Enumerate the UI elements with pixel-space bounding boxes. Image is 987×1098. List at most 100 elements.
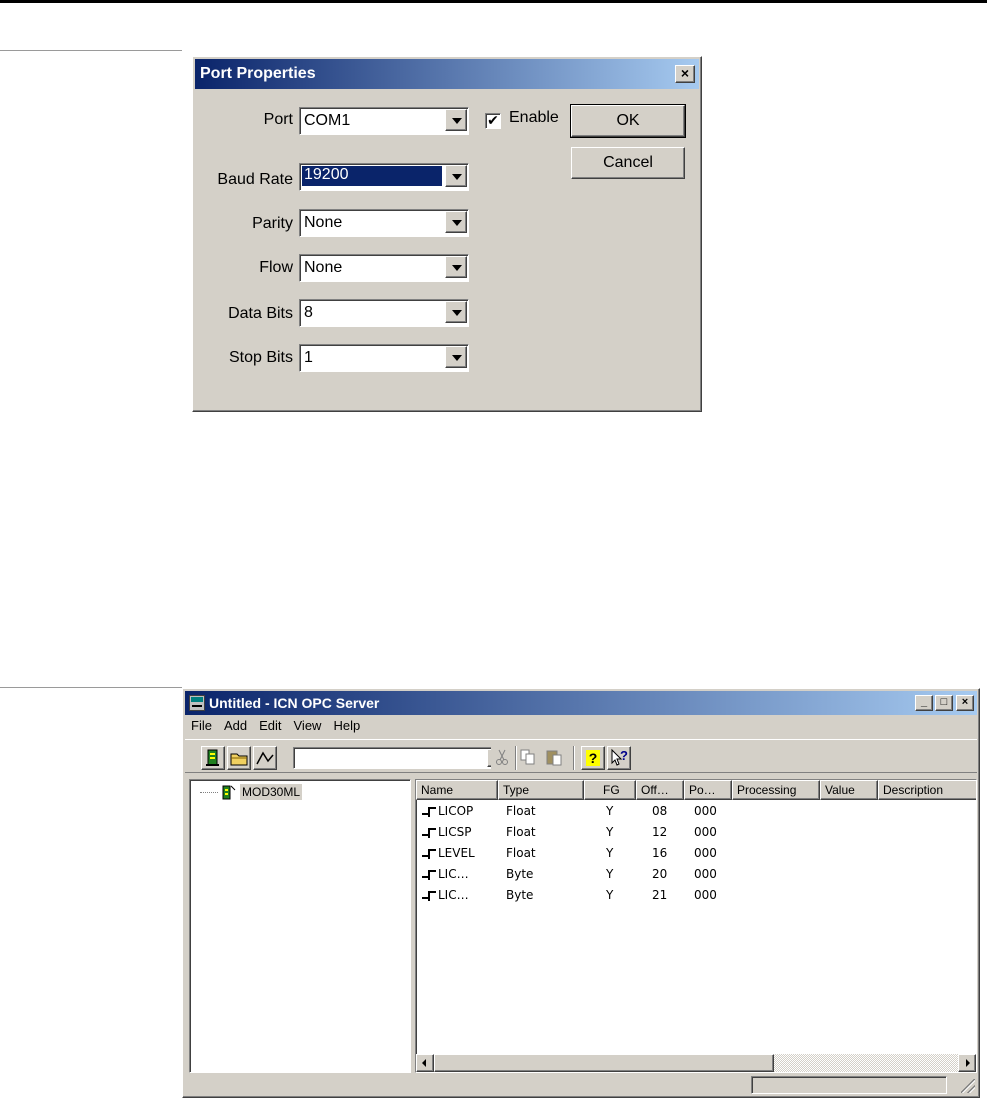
tag-port: 000 — [694, 846, 717, 860]
paste-icon[interactable] — [543, 746, 567, 770]
margin-rule-bottom — [0, 687, 182, 688]
page-top-rule — [0, 0, 987, 3]
app-icon — [189, 695, 205, 711]
checkmark-icon: ✔ — [487, 112, 499, 128]
scroll-left-icon[interactable] — [416, 1054, 434, 1072]
data-bits-value: 8 — [304, 304, 313, 321]
tree-pane: MOD30ML — [189, 779, 411, 1073]
tree-node-label: MOD30ML — [240, 784, 303, 800]
chevron-down-icon[interactable] — [445, 301, 467, 323]
maximize-icon[interactable]: □ — [935, 695, 953, 711]
help-glyph: ? — [585, 750, 601, 766]
column-header-value[interactable]: Value — [820, 780, 878, 800]
flow-value: None — [304, 259, 343, 276]
ok-button[interactable]: OK — [570, 104, 686, 138]
tag-fg: Y — [606, 888, 614, 902]
resize-grip-icon[interactable] — [961, 1079, 975, 1093]
data-bits-combo[interactable]: 8 — [299, 299, 469, 327]
tag-type: Byte — [506, 867, 534, 881]
close-icon[interactable]: × — [956, 695, 974, 711]
close-icon[interactable]: × — [675, 65, 695, 83]
tag-offset: 12 — [652, 825, 668, 839]
menu-help[interactable]: Help — [327, 717, 366, 734]
scroll-thumb[interactable] — [434, 1054, 774, 1072]
copy-icon[interactable] — [517, 746, 541, 770]
tag-name: LIC… — [438, 888, 469, 902]
opc-server-window: Untitled - ICN OPC Server _ □ × File Add E… — [182, 688, 980, 1098]
flow-combo[interactable]: None — [299, 254, 469, 282]
enable-checkbox[interactable]: ✔ — [485, 113, 501, 129]
column-header-description[interactable]: Description — [878, 780, 976, 800]
port-label: Port — [263, 111, 293, 128]
cut-icon[interactable] — [491, 746, 515, 770]
chevron-down-icon[interactable] — [445, 346, 467, 368]
device-icon — [222, 785, 236, 800]
port-value: COM1 — [304, 112, 351, 129]
tag-port: 000 — [694, 804, 717, 818]
flow-label: Flow — [259, 259, 293, 276]
stop-bits-value: 1 — [304, 349, 313, 366]
tag-port: 000 — [694, 825, 717, 839]
parity-value: None — [304, 214, 343, 231]
port-properties-dialog: Port Properties × Port COM1 ✔ Enable OK … — [192, 56, 702, 412]
cancel-button[interactable]: Cancel — [571, 147, 685, 179]
minimize-icon[interactable]: _ — [915, 695, 933, 711]
tag-type: Float — [506, 825, 536, 839]
margin-rule-top — [0, 50, 182, 51]
column-header-name[interactable]: Name — [416, 780, 498, 800]
tag-offset: 08 — [652, 804, 668, 818]
toolbar-combo[interactable] — [293, 747, 507, 769]
chevron-down-icon[interactable] — [445, 256, 467, 278]
tag-offset: 21 — [652, 888, 668, 902]
tag-port: 000 — [694, 888, 717, 902]
column-header-port[interactable]: Po… — [684, 780, 732, 800]
window-title: Untitled - ICN OPC Server — [209, 695, 380, 711]
tag-type: Float — [506, 846, 536, 860]
enable-label: Enable — [509, 109, 559, 126]
horizontal-scrollbar[interactable] — [416, 1054, 976, 1072]
menu-view[interactable]: View — [288, 717, 328, 734]
baud-rate-combo[interactable]: 19200 — [299, 163, 469, 191]
list-header: Name Type FG Off… Po… Processing Value D… — [416, 780, 976, 800]
menu-file[interactable]: File — [185, 717, 218, 734]
tag-port: 000 — [694, 867, 717, 881]
trend-icon[interactable] — [253, 746, 277, 770]
help-icon[interactable]: ? — [581, 746, 605, 770]
server-icon[interactable] — [201, 746, 225, 770]
context-help-icon[interactable]: ? — [607, 746, 631, 770]
tag-fg: Y — [606, 867, 614, 881]
parity-combo[interactable]: None — [299, 209, 469, 237]
status-panel — [751, 1076, 947, 1094]
chevron-down-icon[interactable] — [445, 165, 467, 187]
baud-rate-label: Baud Rate — [217, 171, 293, 188]
tag-name: LICOP — [438, 804, 474, 818]
menu-add[interactable]: Add — [218, 717, 253, 734]
chevron-down-icon[interactable] — [445, 211, 467, 233]
baud-rate-value: 19200 — [302, 166, 442, 186]
menu-bar: File Add Edit View Help — [185, 717, 366, 737]
tag-name: LICSP — [438, 825, 472, 839]
menu-edit[interactable]: Edit — [253, 717, 287, 734]
toolbar-separator — [573, 746, 575, 770]
stop-bits-combo[interactable]: 1 — [299, 344, 469, 372]
scroll-right-icon[interactable] — [958, 1054, 976, 1072]
tag-fg: Y — [606, 804, 614, 818]
column-header-offset[interactable]: Off… — [636, 780, 684, 800]
column-header-fg[interactable]: FG — [584, 780, 636, 800]
open-folder-icon[interactable] — [227, 746, 251, 770]
data-bits-label: Data Bits — [228, 305, 293, 322]
dialog-titlebar: Port Properties × — [195, 59, 699, 89]
column-header-processing[interactable]: Processing — [732, 780, 820, 800]
chevron-down-icon[interactable] — [445, 109, 467, 131]
tag-type: Float — [506, 804, 536, 818]
tag-fg: Y — [606, 825, 614, 839]
tag-offset: 20 — [652, 867, 668, 881]
column-header-type[interactable]: Type — [498, 780, 584, 800]
stop-bits-label: Stop Bits — [228, 349, 293, 366]
tag-type: Byte — [506, 888, 534, 902]
dialog-title: Port Properties — [200, 65, 316, 82]
tag-name: LIC… — [438, 867, 469, 881]
tag-name: LEVEL — [438, 846, 475, 860]
toolbar: ? ? — [185, 739, 977, 773]
port-combo[interactable]: COM1 — [299, 107, 469, 135]
